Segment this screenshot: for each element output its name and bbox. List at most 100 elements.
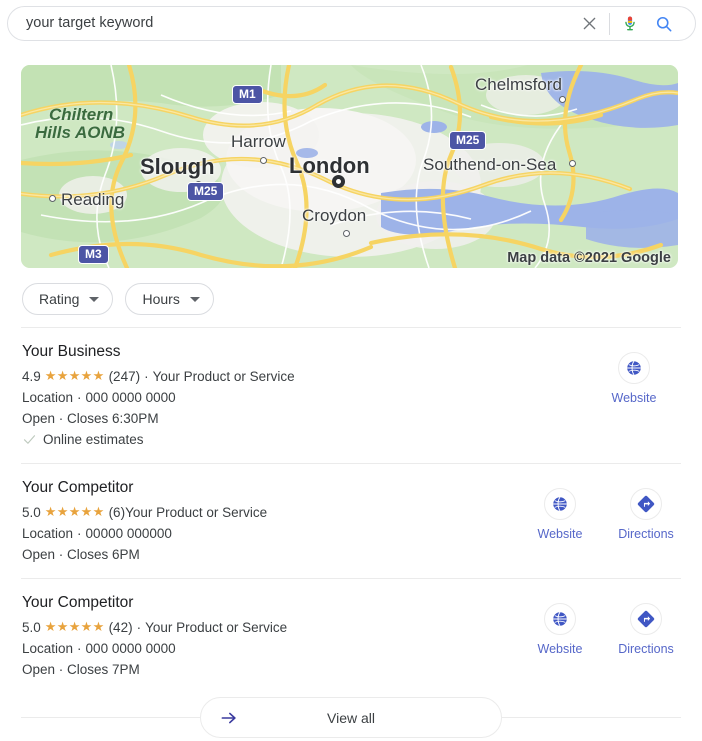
rating-value: 5.0 bbox=[22, 505, 41, 520]
listing-online-estimates-label: Online estimates bbox=[43, 432, 144, 447]
review-count: (247) bbox=[108, 369, 141, 384]
map-dot-harrow bbox=[260, 157, 267, 164]
separator-dot: · bbox=[136, 620, 142, 635]
listing-rating-row: 5.0 ★★★★★ (42) · Your Product or Service bbox=[22, 617, 530, 638]
review-count: (6) bbox=[108, 505, 126, 520]
review-count: (42) bbox=[108, 620, 133, 635]
filter-chips: Rating Hours bbox=[22, 283, 214, 315]
table-row[interactable]: Your Competitor 5.0 ★★★★★ (6) Your Produ… bbox=[0, 464, 702, 578]
website-button[interactable]: Website bbox=[530, 603, 590, 656]
filter-chip-hours-label: Hours bbox=[142, 291, 180, 307]
table-row[interactable]: Your Business 4.9 ★★★★★ (247) · Your Pro… bbox=[0, 328, 702, 463]
view-all-section: View all bbox=[0, 694, 702, 741]
local-results-list: Your Business 4.9 ★★★★★ (247) · Your Pro… bbox=[0, 327, 702, 693]
rating-value: 4.9 bbox=[22, 369, 41, 384]
star-rating-icon: ★★★★★ bbox=[44, 505, 105, 520]
map-dot-southend bbox=[569, 160, 576, 167]
search-input[interactable] bbox=[8, 7, 572, 40]
listing-actions: Website Directions bbox=[530, 478, 678, 541]
listing-category: Your Product or Service bbox=[152, 369, 295, 384]
listing-info: Your Competitor 5.0 ★★★★★ (6) Your Produ… bbox=[22, 478, 530, 565]
map-label-slough: Slough bbox=[140, 154, 215, 179]
globe-icon bbox=[544, 488, 576, 520]
arrow-right-icon bbox=[201, 708, 257, 728]
map-shield-m3: M3 bbox=[78, 245, 109, 264]
map-dot-croydon bbox=[343, 230, 350, 237]
directions-icon bbox=[630, 488, 662, 520]
website-button-label: Website bbox=[537, 527, 583, 541]
check-icon bbox=[23, 435, 36, 444]
separator-dot: · bbox=[144, 369, 149, 384]
listing-location-row: Location · 000 0000 0000 bbox=[22, 638, 530, 659]
map-label-chelmsford: Chelmsford bbox=[475, 75, 562, 94]
search-bar[interactable] bbox=[7, 6, 696, 41]
directions-button-label: Directions bbox=[618, 642, 674, 656]
map-label-chiltern: Chiltern bbox=[49, 105, 114, 124]
listing-location: Location bbox=[22, 526, 74, 541]
listing-hours: Open · Closes 7PM bbox=[22, 662, 140, 677]
filter-chip-hours[interactable]: Hours bbox=[125, 283, 214, 315]
listing-phone: 00000 000000 bbox=[85, 526, 172, 541]
listing-location-row: Location · 000 0000 0000 bbox=[22, 387, 604, 408]
table-row[interactable]: Your Competitor 5.0 ★★★★★ (42) · Your Pr… bbox=[0, 579, 702, 693]
local-pack-screenshot: Chiltern Hills AONB Harrow Slough Readin… bbox=[0, 0, 702, 741]
listing-rating-row: 4.9 ★★★★★ (247) · Your Product or Servic… bbox=[22, 366, 604, 387]
listing-title[interactable]: Your Business bbox=[22, 342, 604, 362]
listing-actions: Website bbox=[604, 342, 678, 405]
listing-title[interactable]: Your Competitor bbox=[22, 478, 530, 498]
view-all-button[interactable]: View all bbox=[200, 697, 502, 738]
map-dot-reading bbox=[49, 195, 56, 202]
listing-phone: 000 0000 0000 bbox=[85, 390, 176, 405]
chevron-down-icon bbox=[89, 296, 100, 302]
globe-icon bbox=[618, 352, 650, 384]
directions-button[interactable]: Directions bbox=[616, 488, 676, 541]
close-icon[interactable] bbox=[572, 9, 606, 39]
map-dot-london bbox=[332, 175, 345, 188]
chevron-down-icon bbox=[189, 296, 200, 302]
listing-location: Location bbox=[22, 641, 74, 656]
listing-actions: Website Directions bbox=[530, 593, 678, 656]
listing-location: Location bbox=[22, 390, 74, 405]
star-rating-icon: ★★★★★ bbox=[44, 620, 105, 635]
filter-chip-rating-label: Rating bbox=[39, 291, 80, 307]
listing-hours: Open · Closes 6:30PM bbox=[22, 411, 159, 426]
directions-icon bbox=[630, 603, 662, 635]
filter-chip-rating[interactable]: Rating bbox=[22, 283, 114, 315]
website-button-label: Website bbox=[611, 391, 657, 405]
map-label-london: London bbox=[289, 153, 370, 178]
map-dot-chelmsford bbox=[559, 96, 566, 103]
listing-title[interactable]: Your Competitor bbox=[22, 593, 530, 613]
map-label-croydon: Croydon bbox=[302, 206, 367, 225]
star-rating-icon: ★★★★★ bbox=[44, 369, 105, 384]
globe-icon bbox=[544, 603, 576, 635]
map-label-reading: Reading bbox=[61, 190, 125, 209]
map-attribution: Map data ©2021 Google bbox=[507, 250, 671, 266]
listing-category: Your Product or Service bbox=[145, 620, 288, 635]
view-all-button-label: View all bbox=[327, 709, 375, 726]
website-button[interactable]: Website bbox=[530, 488, 590, 541]
listing-phone: 000 0000 0000 bbox=[85, 641, 176, 656]
microphone-icon[interactable] bbox=[613, 9, 647, 39]
listing-category: Your Product or Service bbox=[125, 505, 268, 520]
website-button[interactable]: Website bbox=[604, 352, 664, 405]
separator-dot: · bbox=[77, 526, 82, 541]
separator-dot: · bbox=[77, 390, 82, 405]
directions-button[interactable]: Directions bbox=[616, 603, 676, 656]
map-shield-m1: M1 bbox=[232, 85, 263, 104]
map-label-southend-on-sea: Southend-on-Sea bbox=[423, 155, 557, 174]
directions-button-label: Directions bbox=[618, 527, 674, 541]
map-shield-m25-west: M25 bbox=[187, 182, 225, 201]
separator-dot: · bbox=[77, 641, 82, 656]
listing-rating-row: 5.0 ★★★★★ (6) Your Product or Service bbox=[22, 502, 530, 523]
listing-hours: Open · Closes 6PM bbox=[22, 547, 140, 562]
search-icon[interactable] bbox=[647, 9, 681, 39]
map-label-hills-aonb: Hills AONB bbox=[35, 123, 126, 142]
map-shield-m25-east: M25 bbox=[449, 131, 487, 150]
map-preview[interactable]: Chiltern Hills AONB Harrow Slough Readin… bbox=[21, 65, 678, 268]
listing-info: Your Business 4.9 ★★★★★ (247) · Your Pro… bbox=[22, 342, 604, 450]
map-label-harrow: Harrow bbox=[231, 132, 286, 151]
listing-location-row: Location · 00000 000000 bbox=[22, 523, 530, 544]
listing-info: Your Competitor 5.0 ★★★★★ (42) · Your Pr… bbox=[22, 593, 530, 680]
listing-online-estimates: Online estimates bbox=[22, 429, 604, 450]
website-button-label: Website bbox=[537, 642, 583, 656]
